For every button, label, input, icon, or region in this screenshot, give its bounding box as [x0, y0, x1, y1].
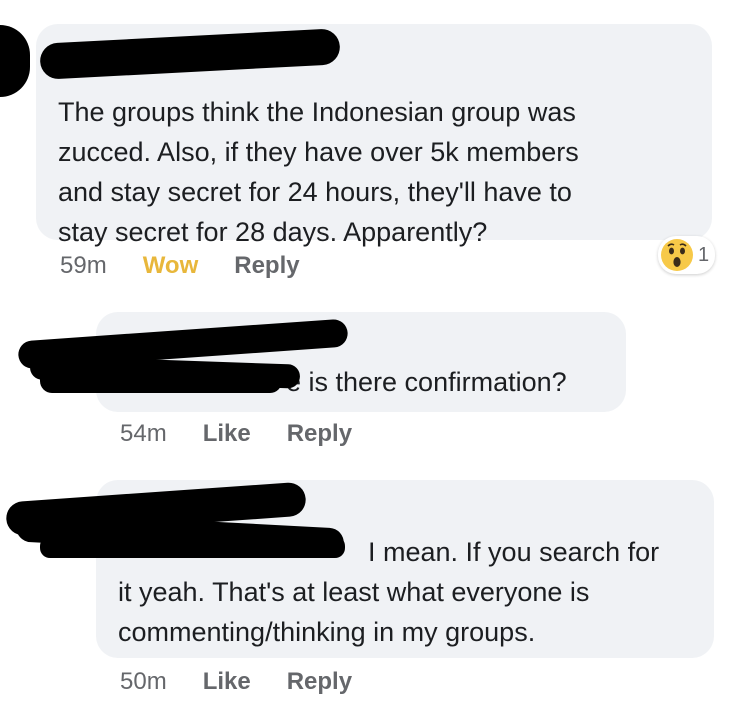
like-button[interactable]: Like	[203, 668, 251, 696]
redacted-name	[40, 365, 282, 393]
comment-time[interactable]: 50m	[120, 668, 167, 696]
wow-reaction-button[interactable]: Wow	[143, 252, 199, 280]
like-button[interactable]: Like	[203, 420, 251, 448]
reply-button[interactable]: Reply	[234, 252, 299, 280]
reaction-count: 1	[698, 243, 710, 266]
comment-meta: 54m Like Reply	[120, 420, 388, 448]
comment-time[interactable]: 54m	[120, 420, 167, 448]
comment-time[interactable]: 59m	[60, 252, 107, 280]
reply-button[interactable]: Reply	[287, 668, 352, 696]
comment-text: e is there confirmation?	[286, 367, 567, 397]
comment-meta: 59m Wow Reply	[60, 252, 336, 280]
redacted-name	[40, 536, 345, 558]
comment-text: The groups think the Indonesian group wa…	[58, 97, 579, 247]
comment-meta: 50m Like Reply	[120, 668, 388, 696]
wow-emoji-icon	[661, 239, 693, 271]
redacted-avatar	[0, 25, 30, 97]
reaction-summary[interactable]: 1	[658, 236, 716, 274]
reply-button[interactable]: Reply	[287, 420, 352, 448]
